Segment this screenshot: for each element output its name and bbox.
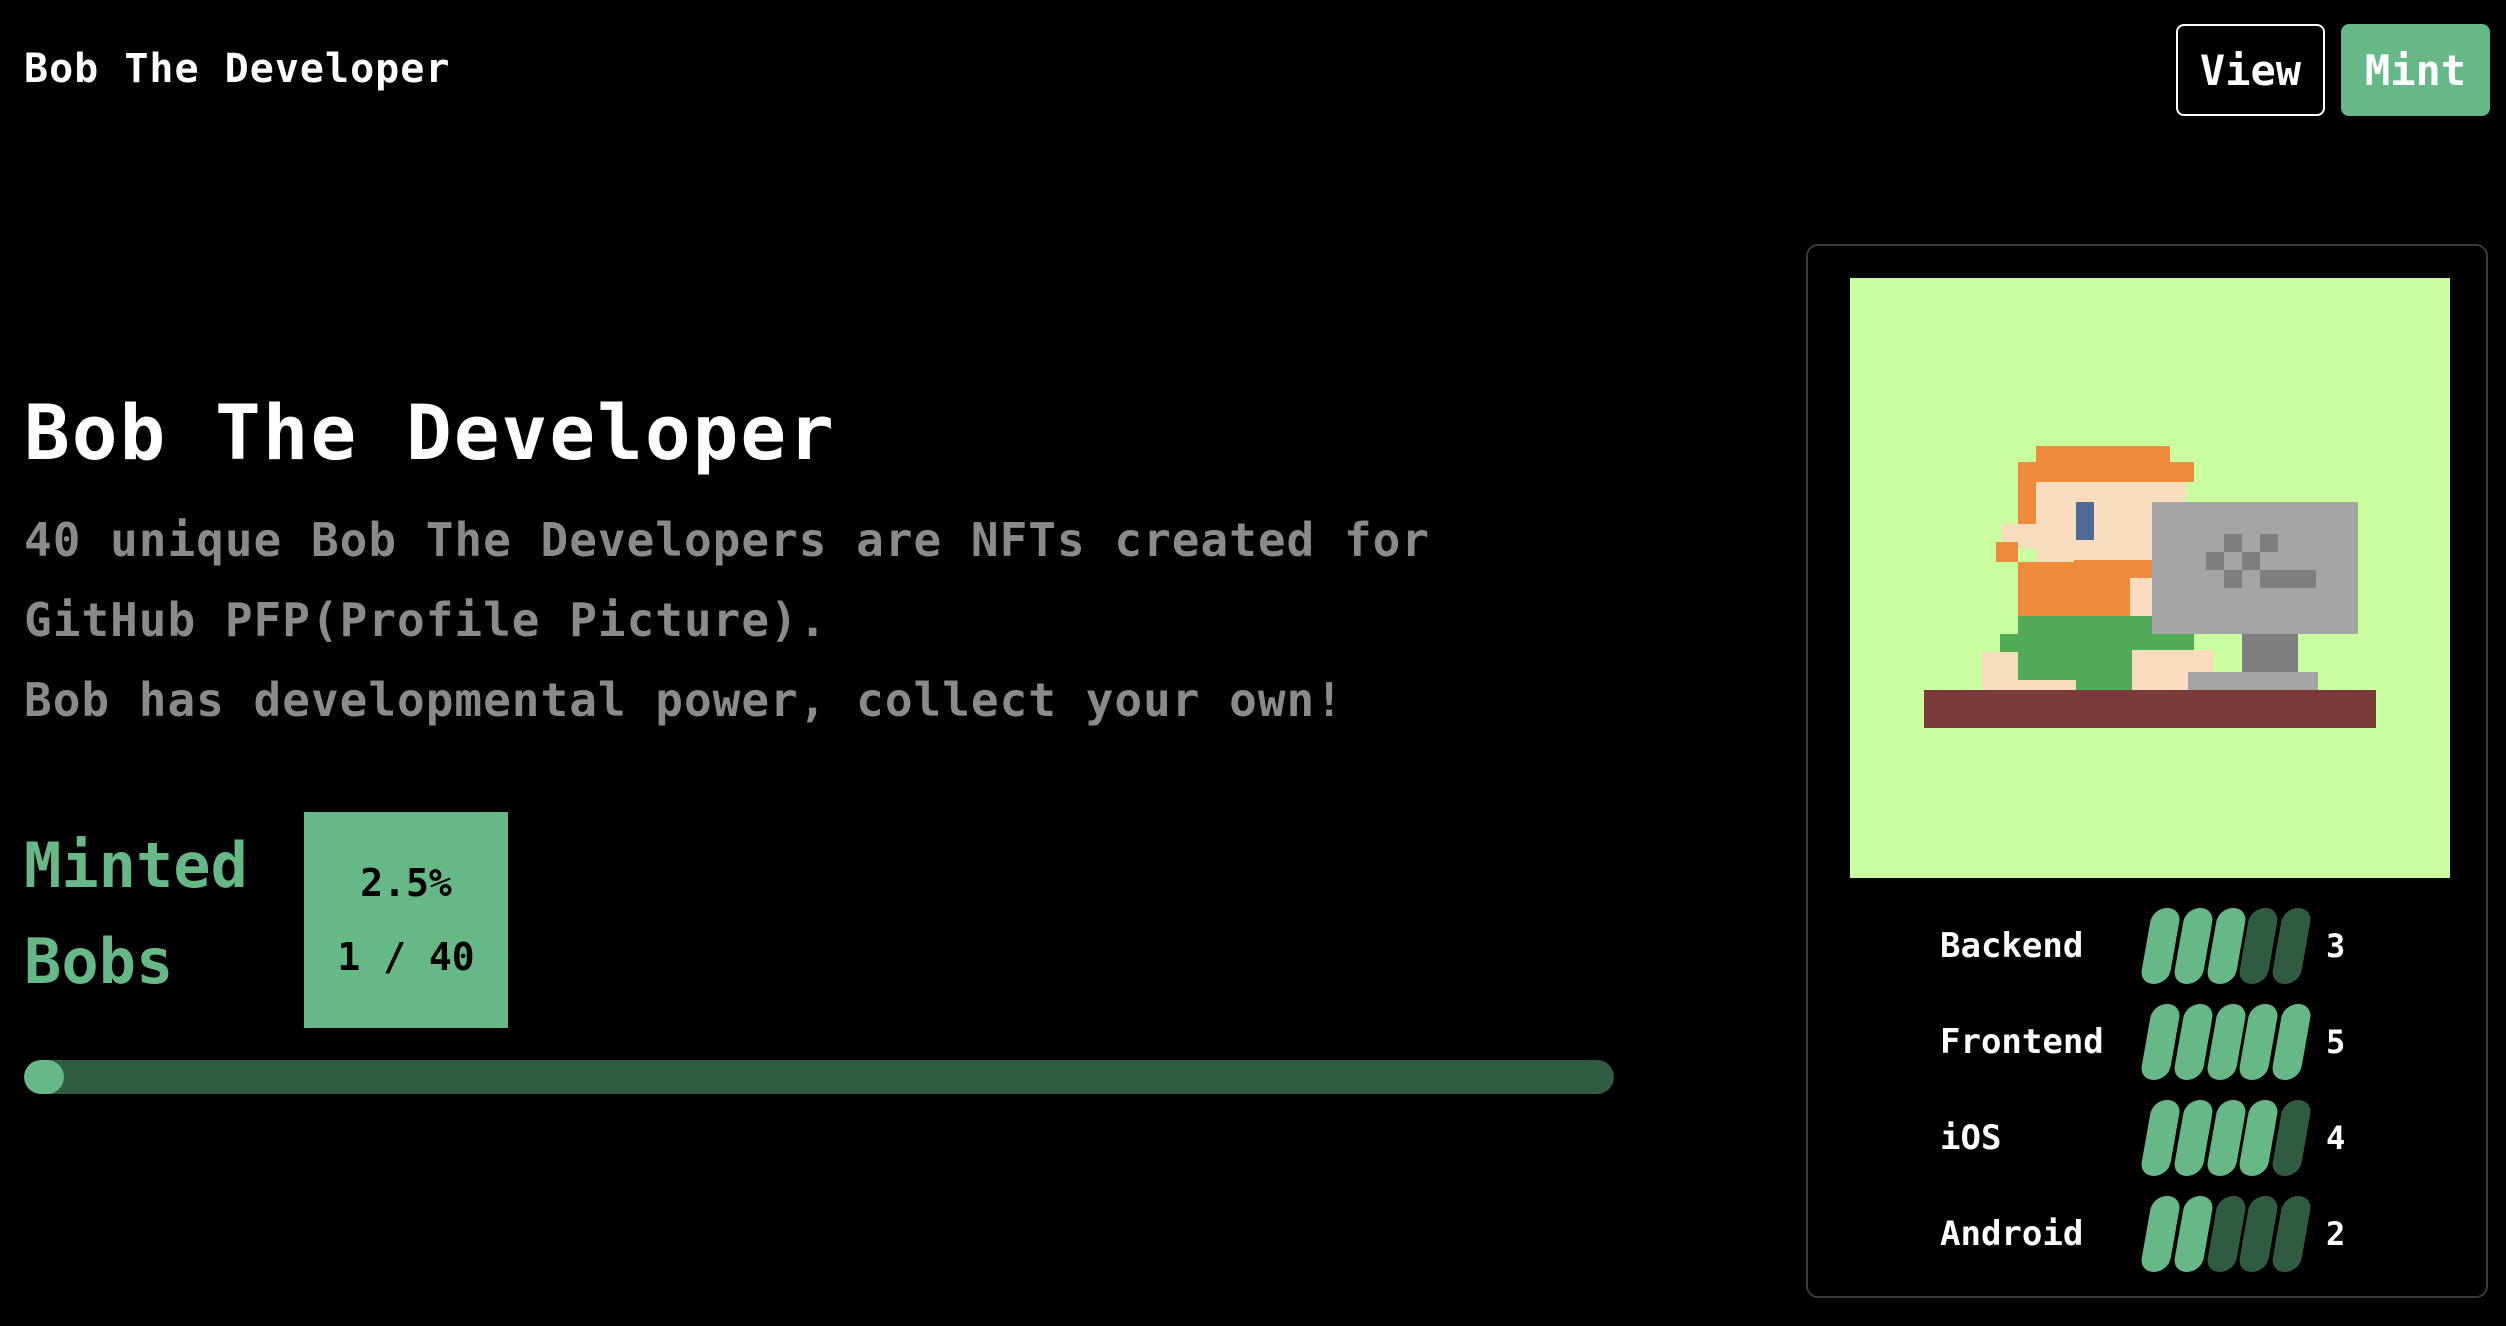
stat-bars: [2139, 1100, 2313, 1176]
minted-percent: 2.5%: [360, 861, 452, 905]
stat-bars: [2139, 1004, 2313, 1080]
description-line-3: Bob has developmental power, collect you…: [24, 673, 1344, 727]
hero-description: 40 unique Bob The Developers are NFTs cr…: [24, 500, 1624, 740]
stat-row-frontend: Frontend 5: [1940, 994, 2400, 1090]
stat-bars: [2139, 908, 2313, 984]
minted-count: 1 / 40: [337, 935, 475, 979]
stat-value: 3: [2326, 927, 2346, 965]
stat-row-backend: Backend 3: [1940, 898, 2400, 994]
brand-title[interactable]: Bob The Developer: [24, 46, 450, 92]
minted-progress-fill: [24, 1060, 64, 1094]
stat-label: Frontend: [1940, 1022, 2104, 1062]
hero-title: Bob The Developer: [24, 388, 836, 477]
skill-stats: Backend 3 Frontend 5 iOS 4 Android 2: [1940, 898, 2400, 1282]
top-nav-bar: Bob The Developer View Mint: [0, 0, 2506, 140]
description-line-1: 40 unique Bob The Developers are NFTs cr…: [24, 513, 1431, 567]
stat-label: Backend: [1940, 926, 2084, 966]
minted-bobs-label: Minted Bobs: [24, 818, 284, 1010]
view-button[interactable]: View: [2176, 24, 2325, 116]
stat-label: iOS: [1940, 1118, 2002, 1158]
nft-card: Backend 3 Frontend 5 iOS 4 Android 2: [1806, 244, 2488, 1298]
minted-label-line-1: Minted: [24, 829, 248, 902]
stat-row-android: Android 2: [1940, 1186, 2400, 1282]
minted-label-line-2: Bobs: [24, 925, 174, 998]
stat-value: 5: [2326, 1023, 2346, 1061]
stat-value: 4: [2326, 1119, 2346, 1157]
mint-button[interactable]: Mint: [2341, 24, 2490, 116]
minted-counter-box: 2.5% 1 / 40: [304, 812, 508, 1028]
stat-row-ios: iOS 4: [1940, 1090, 2400, 1186]
pixel-bob-portrait-icon: [1850, 278, 2450, 878]
description-line-2: GitHub PFP(Profile Picture).: [24, 593, 828, 647]
minted-progress-bar: [24, 1060, 1614, 1094]
stat-bars: [2139, 1196, 2313, 1272]
stat-label: Android: [1940, 1214, 2084, 1254]
stat-value: 2: [2326, 1215, 2346, 1253]
